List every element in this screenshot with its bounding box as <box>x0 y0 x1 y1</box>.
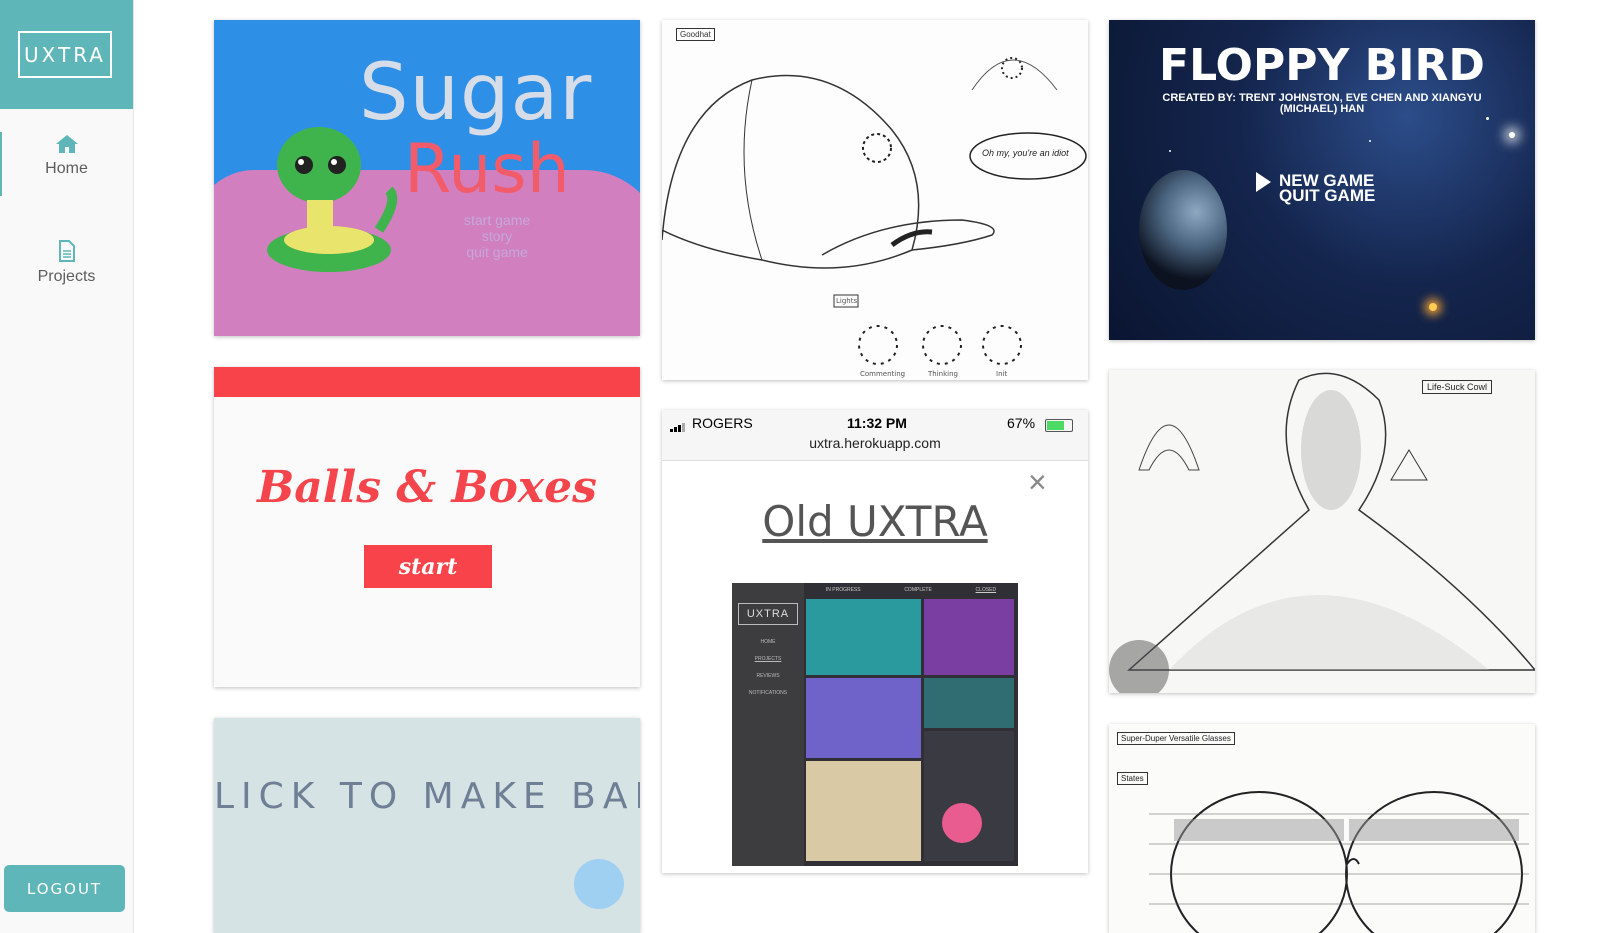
thumbnail-tile <box>942 803 982 843</box>
battery-icon <box>1045 419 1073 432</box>
menu-item: start game <box>464 212 531 228</box>
project-card-click-balls[interactable]: LICK TO MAKE BALL <box>214 718 640 933</box>
project-card-sugar-rush[interactable]: Sugar Rush start game story quit game <box>214 20 640 336</box>
thumbnail-tile <box>806 599 921 675</box>
click-balls-text: LICK TO MAKE BALL <box>214 776 640 817</box>
planet <box>1139 170 1227 290</box>
home-icon <box>55 135 78 153</box>
old-uxtra-screenshot: UXTRA HOME PROJECTS REVIEWS NOTIFICATION… <box>732 583 1018 866</box>
carrier: ROGERS <box>692 415 753 431</box>
floppy-bird-menu: NEW GAME QUIT GAME <box>1279 172 1376 205</box>
project-card-old-uxtra[interactable]: ROGERS 11:32 PM 67% uxtra.herokuapp.com … <box>662 410 1088 873</box>
star <box>1429 303 1437 311</box>
balls-boxes-title: Balls & Boxes <box>257 462 597 513</box>
sidebar-item-home[interactable]: Home <box>0 132 133 196</box>
logo-area[interactable]: UXTRA <box>0 0 133 109</box>
floppy-bird-title: FLOPPY BIRD <box>1159 40 1485 91</box>
hat-sketch-drawing <box>662 57 1087 365</box>
inner-nav-item: PROJECTS <box>754 656 782 662</box>
inner-sidebar: UXTRA HOME PROJECTS REVIEWS NOTIFICATION… <box>732 583 804 866</box>
phone-status-bar: ROGERS 11:32 PM 67% uxtra.herokuapp.com <box>662 410 1088 461</box>
star <box>1369 140 1371 142</box>
thumbnail-tile <box>924 599 1014 675</box>
project-card-cowl-sketch[interactable]: Life-Suck Cowl <box>1109 370 1535 693</box>
sidebar-item-label: Home <box>45 160 88 177</box>
start-button[interactable]: start <box>364 545 492 588</box>
inner-nav-item: REVIEWS <box>756 673 780 679</box>
old-uxtra-title[interactable]: Old UXTRA <box>662 497 1088 546</box>
document-icon <box>58 240 75 262</box>
star <box>1509 132 1515 138</box>
cowl-sketch-drawing <box>1109 372 1535 693</box>
light-state-label: Init <box>996 370 1008 378</box>
play-icon <box>1256 172 1271 192</box>
sidebar: UXTRA Home Projects LOGOUT <box>0 0 134 933</box>
star <box>1486 117 1489 120</box>
sugar-rush-title-2: Rush <box>404 130 570 209</box>
menu-item: QUIT GAME <box>1279 186 1376 205</box>
inner-tab: COMPLETE <box>904 587 932 593</box>
project-card-glasses-sketch[interactable]: Super-Duper Versatile Glasses States <box>1109 724 1535 933</box>
inner-tabs: IN PROGRESS COMPLETE CLOSED <box>804 583 1018 597</box>
sidebar-item-projects[interactable]: Projects <box>0 240 133 286</box>
inner-nav-item: HOME <box>760 639 776 645</box>
thumbnail-tile <box>806 761 921 861</box>
sugar-rush-menu: start game story quit game <box>464 212 530 260</box>
speech-bubble-text: Oh my, you're an idiot <box>982 148 1069 158</box>
project-card-floppy-bird[interactable]: FLOPPY BIRD CREATED BY: TRENT JOHNSTON, … <box>1109 20 1535 340</box>
light-state-label: Commenting <box>860 370 906 378</box>
star <box>1169 150 1171 152</box>
glasses-sketch-drawing <box>1149 791 1529 933</box>
light-state-label: Thinking <box>928 370 958 378</box>
inner-tab: CLOSED <box>975 587 997 593</box>
menu-item: story <box>481 228 513 244</box>
floppy-bird-credits: CREATED BY: TRENT JOHNSTON, EVE CHEN AND… <box>1109 93 1535 115</box>
sugar-rush-title-1: Sugar <box>359 48 593 138</box>
project-card-balls-boxes[interactable]: Balls & Boxes start <box>214 367 640 687</box>
clock: 11:32 PM <box>847 415 907 431</box>
thumbnail-tile <box>806 678 921 758</box>
logout-button[interactable]: LOGOUT <box>4 865 125 912</box>
thumbnail-tile <box>924 678 1014 728</box>
inner-nav-item: NOTIFICATIONS <box>748 690 788 696</box>
close-icon[interactable]: × <box>1028 464 1047 501</box>
sketch-label: Life-Suck Cowl <box>1422 380 1493 394</box>
inner-tab: IN PROGRESS <box>825 587 861 593</box>
battery-percent: 67% <box>1007 415 1036 431</box>
url-bar: uxtra.herokuapp.com <box>809 435 941 451</box>
credit-line: (MICHAEL) HAN <box>1279 103 1365 115</box>
project-card-hat-sketch[interactable]: Goodhat Oh my, you're an idiot Lights Co… <box>662 20 1088 380</box>
inner-logo: UXTRA <box>738 603 798 625</box>
app-logo: UXTRA <box>18 31 112 78</box>
top-bar <box>214 367 640 397</box>
lights-label: Lights <box>836 297 858 305</box>
ball <box>574 859 624 909</box>
sidebar-item-label: Projects <box>37 268 96 285</box>
menu-item: quit game <box>466 244 528 260</box>
